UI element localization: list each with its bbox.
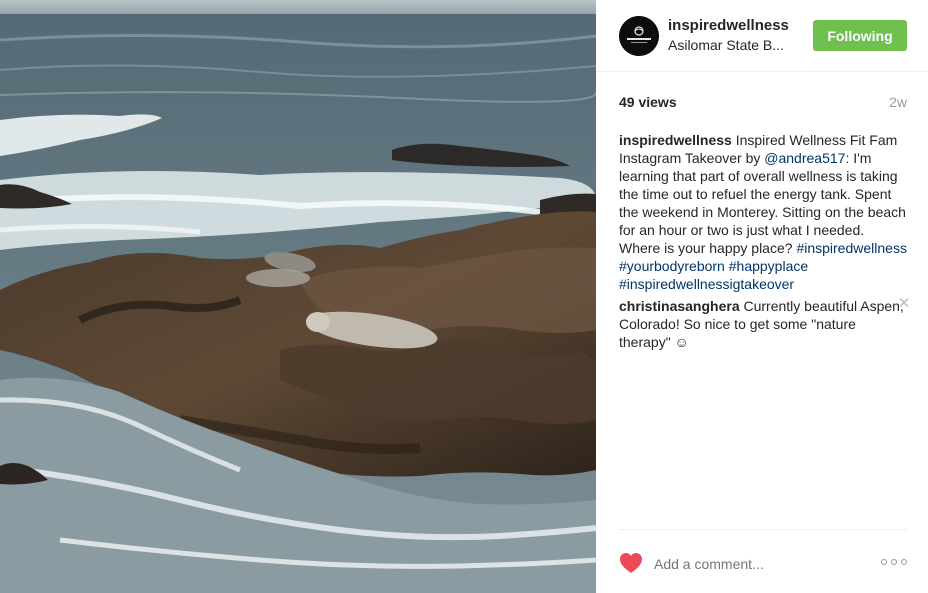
more-options-icon[interactable] <box>881 556 907 568</box>
inspired-logo-icon <box>619 16 659 56</box>
close-icon[interactable]: ✕ <box>895 295 913 313</box>
post-meta: 49 views 2w <box>619 94 907 114</box>
reply-username[interactable]: christinasanghera <box>619 298 740 314</box>
dot <box>901 559 907 565</box>
dot <box>881 559 887 565</box>
post-age[interactable]: 2w <box>889 94 907 110</box>
caption-comment: inspiredwellness Inspired Wellness Fit F… <box>619 131 907 293</box>
avatar[interactable] <box>619 16 659 56</box>
comments-list: inspiredwellness Inspired Wellness Fit F… <box>619 131 910 355</box>
post-location[interactable]: Asilomar State B... <box>668 37 796 53</box>
hashtag-link[interactable]: #happyplace <box>729 258 808 274</box>
add-comment-input[interactable] <box>654 554 864 574</box>
reply-comment: christinasanghera Currently beautiful As… <box>619 295 910 351</box>
caption-username[interactable]: inspiredwellness <box>619 132 732 148</box>
following-button[interactable]: Following <box>813 20 907 51</box>
post-footer <box>619 529 907 593</box>
dot <box>891 559 897 565</box>
post-username[interactable]: inspiredwellness <box>668 17 789 34</box>
hashtag-link[interactable]: #inspiredwellness <box>796 240 907 256</box>
post-header: inspiredwellness Asilomar State B... Fol… <box>596 0 928 72</box>
post-photo[interactable] <box>0 0 596 593</box>
seal-rocks-photo <box>0 0 596 593</box>
view-count[interactable]: 49 views <box>619 94 677 110</box>
hashtag-link[interactable]: #yourbodyreborn <box>619 258 725 274</box>
hashtag-link[interactable]: #inspiredwellnessigtakeover <box>619 276 794 292</box>
post-details-panel: inspiredwellness Asilomar State B... Fol… <box>596 0 928 593</box>
heart-icon[interactable] <box>619 552 643 574</box>
mention-link[interactable]: @andrea517 <box>764 150 845 166</box>
